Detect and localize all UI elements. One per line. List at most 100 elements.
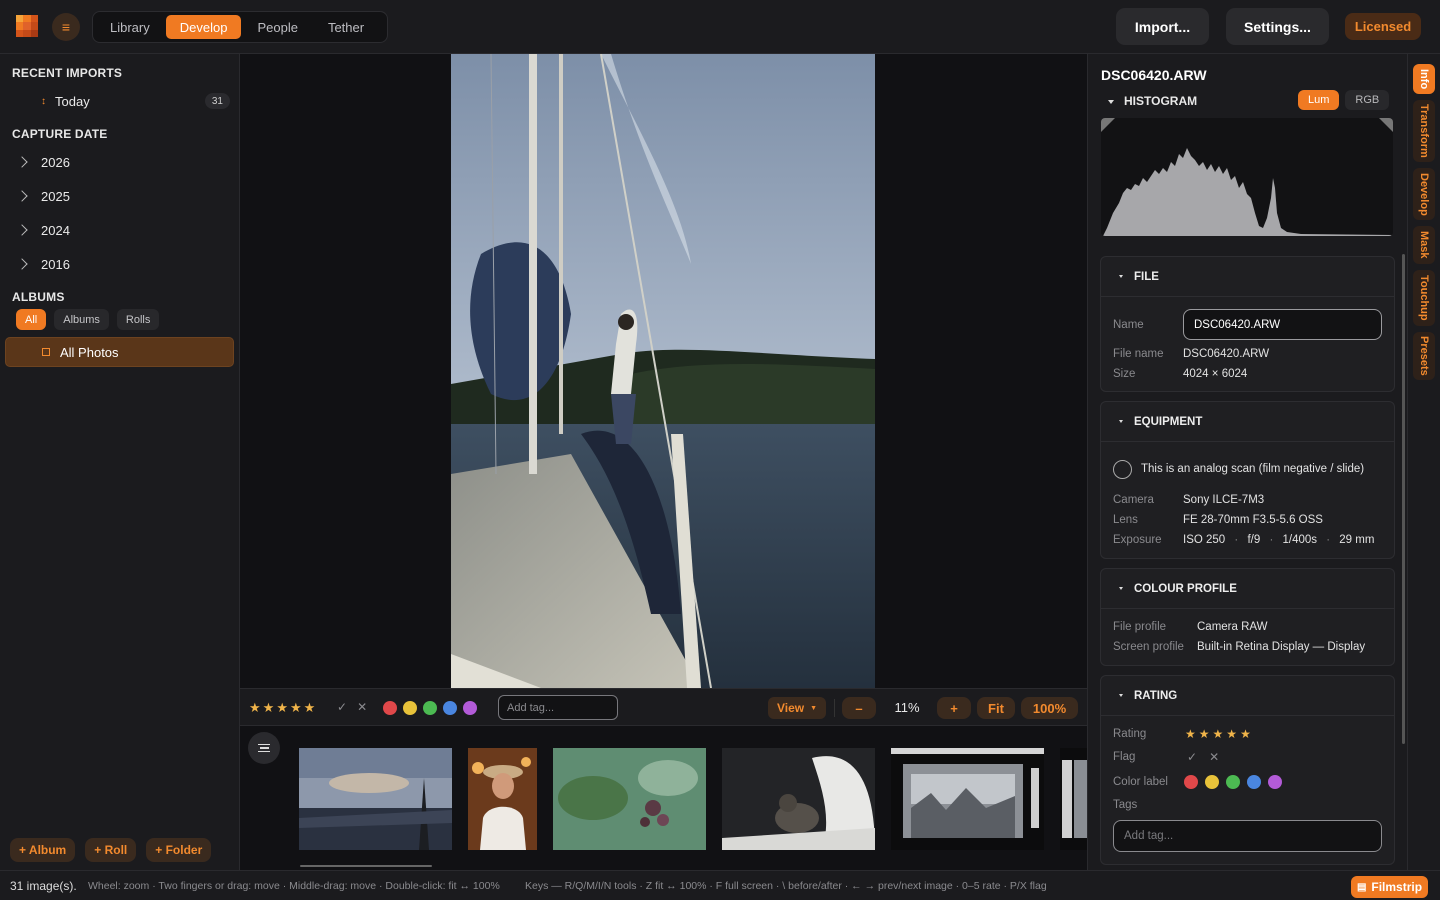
shadow-clip-icon[interactable] <box>1101 118 1115 132</box>
licensed-badge[interactable]: Licensed <box>1345 13 1421 40</box>
star-icon[interactable]: ★ <box>1226 727 1237 741</box>
year-2024[interactable]: 2024 <box>0 215 240 245</box>
star-icon[interactable]: ★ <box>1213 727 1224 741</box>
side-tab-transform[interactable]: Transform <box>1413 100 1435 162</box>
zoom-100-button[interactable]: 100% <box>1021 697 1078 719</box>
filmstrip-menu-icon[interactable] <box>248 732 280 764</box>
color-label-purple[interactable] <box>463 701 477 715</box>
tags-input[interactable] <box>1113 820 1382 852</box>
side-tab-develop[interactable]: Develop <box>1413 168 1435 220</box>
import-button[interactable]: Import... <box>1116 8 1209 45</box>
add-roll-button[interactable]: + Roll <box>85 838 137 862</box>
pick-flag-icon[interactable]: ✓ <box>1187 750 1197 764</box>
shutter-value: 1/400s <box>1282 534 1318 546</box>
color-label-blue[interactable] <box>1247 775 1261 789</box>
star-icon[interactable]: ★ <box>290 700 302 716</box>
zoom-in-button[interactable]: + <box>937 697 971 719</box>
chevron-right-icon[interactable] <box>16 190 28 202</box>
side-tab-mask[interactable]: Mask <box>1413 226 1435 264</box>
side-tab-info[interactable]: Info <box>1413 64 1435 94</box>
analog-scan-label: This is an analog scan (film negative / … <box>1141 463 1365 475</box>
filmstrip-thumbnail[interactable] <box>891 748 1044 850</box>
star-icon[interactable]: ★ <box>1185 727 1196 741</box>
info-panel-scrollbar[interactable] <box>1402 254 1405 744</box>
tag-input[interactable] <box>498 695 618 720</box>
histogram-rgb-button[interactable]: RGB <box>1345 90 1390 110</box>
side-tab-presets[interactable]: Presets <box>1413 332 1435 380</box>
main-photo[interactable] <box>451 54 875 688</box>
histogram-lum-button[interactable]: Lum <box>1298 90 1340 110</box>
zoom-out-button[interactable]: – <box>842 697 876 719</box>
file-profile-value: Camera RAW <box>1197 621 1268 633</box>
equipment-card: EQUIPMENT This is an analog scan (film n… <box>1100 401 1395 559</box>
collapse-triangle-icon <box>1119 694 1123 697</box>
rating-stars: ★ ★ ★ ★ ★ <box>1185 727 1251 741</box>
filmstrip-thumbnail[interactable] <box>1060 748 1087 850</box>
tab-library[interactable]: Library <box>96 15 164 39</box>
chevron-right-icon[interactable] <box>16 258 28 270</box>
year-2026[interactable]: 2026 <box>0 147 240 177</box>
add-album-button[interactable]: + Album <box>10 838 76 862</box>
highlight-clip-icon[interactable] <box>1379 118 1393 132</box>
tab-people[interactable]: People <box>243 15 311 39</box>
color-label-red[interactable] <box>383 701 397 715</box>
color-label-red[interactable] <box>1184 775 1198 789</box>
filter-all[interactable]: All <box>16 309 47 330</box>
star-icon[interactable]: ★ <box>276 700 288 716</box>
tab-develop[interactable]: Develop <box>165 15 242 39</box>
mouse-hint: Wheel: zoom · Two fingers or drag: move … <box>88 880 500 892</box>
file-card-header[interactable]: FILE <box>1101 257 1394 297</box>
tab-tether[interactable]: Tether <box>314 15 378 39</box>
reject-flag-icon[interactable]: ✕ <box>1209 750 1219 764</box>
color-label-green[interactable] <box>423 701 437 715</box>
camera-label: Camera <box>1113 494 1154 506</box>
chevron-right-icon[interactable] <box>16 156 28 168</box>
settings-button[interactable]: Settings... <box>1226 8 1329 45</box>
filmstrip-thumbnail[interactable] <box>722 748 875 850</box>
zoom-fit-button[interactable]: Fit <box>977 697 1015 719</box>
filmstrip-thumbnail[interactable] <box>299 748 452 850</box>
color-label-purple[interactable] <box>1268 775 1282 789</box>
color-label-yellow[interactable] <box>403 701 417 715</box>
view-dropdown-button[interactable]: View ▼ <box>768 697 826 719</box>
color-label-blue[interactable] <box>443 701 457 715</box>
year-2025[interactable]: 2025 <box>0 181 240 211</box>
app-window: ≡ Library Develop People Tether Import..… <box>0 0 1440 900</box>
analog-scan-checkbox[interactable] <box>1113 460 1132 479</box>
rating-card-header[interactable]: RATING <box>1101 676 1394 716</box>
filmstrip <box>240 726 1087 870</box>
filter-albums[interactable]: Albums <box>54 309 109 330</box>
color-label-yellow[interactable] <box>1205 775 1219 789</box>
star-icon[interactable]: ★ <box>1199 727 1210 741</box>
side-tab-touchup[interactable]: Touchup <box>1413 270 1435 326</box>
filter-rolls[interactable]: Rolls <box>116 309 160 330</box>
pick-flag-icon[interactable]: ✓ <box>337 700 347 714</box>
filmstrip-toggle-button[interactable]: ▤ Filmstrip <box>1351 876 1428 898</box>
collapse-triangle-icon <box>1108 99 1114 104</box>
year-label: 2016 <box>41 256 70 272</box>
album-all-photos[interactable]: All Photos <box>5 337 234 367</box>
recent-import-today[interactable]: ↕ Today 31 <box>0 86 240 116</box>
top-bar: ≡ Library Develop People Tether Import..… <box>0 0 1440 54</box>
rating-stars: ★ ★ ★ ★ ★ <box>249 700 315 716</box>
filmstrip-thumbnail[interactable] <box>553 748 706 850</box>
year-2016[interactable]: 2016 <box>0 249 240 279</box>
color-label-green[interactable] <box>1226 775 1240 789</box>
star-icon[interactable]: ★ <box>1240 727 1251 741</box>
reject-flag-icon[interactable]: ✕ <box>357 700 367 714</box>
histogram-header[interactable]: HISTOGRAM <box>1108 94 1197 108</box>
status-bar: 31 image(s). Wheel: zoom · Two fingers o… <box>0 870 1440 900</box>
chevron-right-icon[interactable] <box>16 224 28 236</box>
file-profile-label: File profile <box>1113 621 1167 633</box>
filmstrip-scrollbar[interactable] <box>300 865 432 867</box>
star-icon[interactable]: ★ <box>249 700 261 716</box>
add-folder-button[interactable]: + Folder <box>146 838 212 862</box>
capture-date-heading: CAPTURE DATE <box>12 127 108 141</box>
filmstrip-thumbnail[interactable] <box>468 748 537 850</box>
name-field[interactable] <box>1183 309 1382 340</box>
hamburger-menu-icon[interactable]: ≡ <box>52 13 80 41</box>
colour-profile-card-header[interactable]: COLOUR PROFILE <box>1101 569 1394 609</box>
star-icon[interactable]: ★ <box>304 700 316 716</box>
star-icon[interactable]: ★ <box>263 700 275 716</box>
equipment-card-header[interactable]: EQUIPMENT <box>1101 402 1394 442</box>
